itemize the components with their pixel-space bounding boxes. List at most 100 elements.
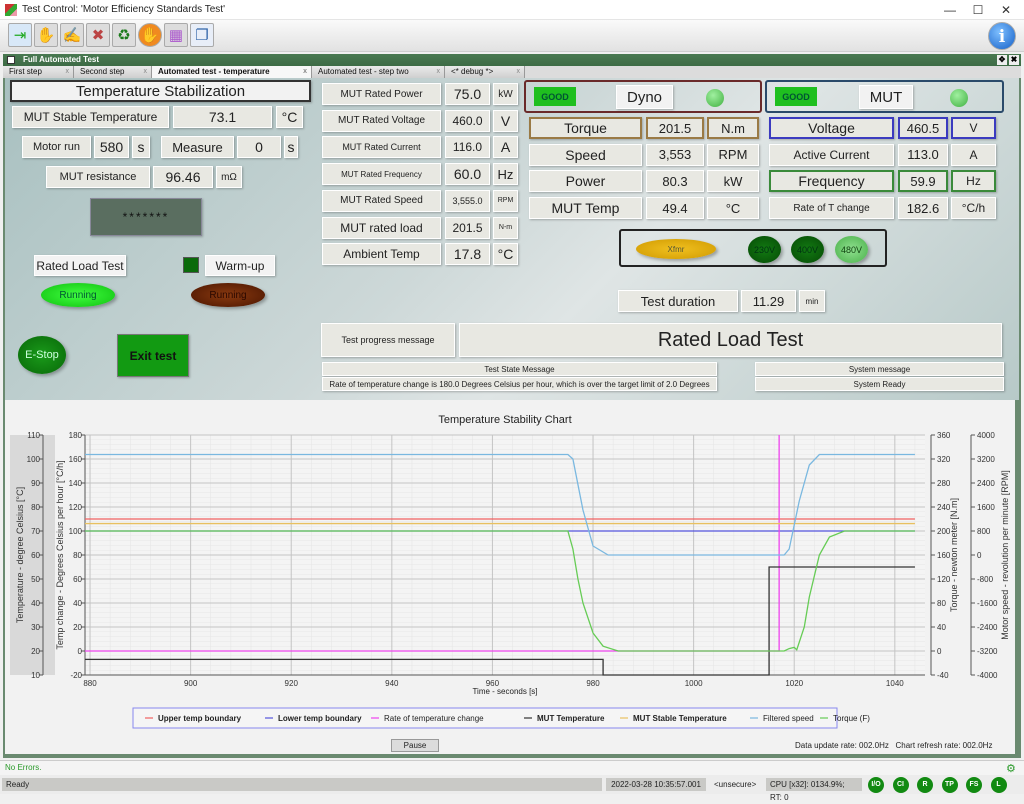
resistance-label: MUT resistance: [46, 166, 150, 188]
rated-label: MUT rated load: [322, 216, 441, 239]
y-tick-label: 110: [27, 431, 40, 440]
rated-value: 60.0: [445, 163, 490, 186]
dyno-led: [706, 89, 724, 107]
mut-active-current-label: Active Current: [769, 143, 894, 166]
measure-value: 0: [237, 136, 281, 158]
indicator-io[interactable]: I/O: [868, 777, 884, 793]
resistance-unit: mΩ: [216, 166, 242, 188]
y-tick-label: 80: [31, 503, 40, 512]
measure-label: Measure: [161, 136, 234, 158]
y-tick-label: 40: [73, 599, 82, 608]
v230-indicator[interactable]: 230V: [748, 236, 781, 263]
rated-load-test-label: Rated Load Test: [34, 255, 126, 276]
axis-label-temperature: Temperature - degree Celsius [°C]: [15, 487, 25, 623]
warmup-checkbox[interactable]: [183, 257, 199, 273]
rated-unit: V: [493, 109, 518, 132]
tab-automated-temperature[interactable]: Automated test - temperature x: [152, 66, 312, 78]
recycle-icon[interactable]: ♻: [112, 23, 136, 47]
pause-button[interactable]: Pause: [391, 739, 439, 752]
y-tick-label: 50: [31, 575, 40, 584]
rated-value: 3,555.0: [445, 189, 490, 212]
rated-label: MUT Rated Current: [322, 136, 441, 159]
indicator-l[interactable]: L: [990, 777, 1007, 793]
estop-button[interactable]: E-Stop: [18, 336, 66, 374]
test-progress-label: Test progress message: [321, 323, 455, 357]
x-tick-label: 900: [184, 679, 198, 688]
y-tick-label: 40: [31, 599, 40, 608]
restore-icon[interactable]: ✥: [997, 55, 1007, 65]
window-icon: [7, 56, 15, 64]
password-field[interactable]: *******: [90, 198, 202, 236]
y-tick-label: 60: [73, 575, 82, 584]
tab-first-step[interactable]: First step x: [3, 66, 74, 78]
legend-item: Rate of temperature change: [384, 714, 484, 723]
test-progress-message: Rated Load Test: [459, 323, 1002, 357]
y-tick-label: 0: [977, 551, 982, 560]
sign-icon[interactable]: ✍: [60, 23, 84, 47]
close-mdi-icon[interactable]: ✖: [1009, 55, 1019, 65]
security-status: <unsecure>: [714, 780, 757, 789]
dyno-torque-label: Torque: [529, 117, 642, 139]
y-tick-label: 3200: [977, 455, 995, 464]
motor-run-label: Motor run: [22, 136, 91, 158]
network-icon[interactable]: ▦: [164, 23, 188, 47]
tab-second-step[interactable]: Second step x: [74, 66, 152, 78]
indicator-tp[interactable]: TP: [941, 777, 958, 793]
info-icon[interactable]: i: [988, 22, 1016, 50]
stable-temp-value: 73.1: [173, 106, 272, 128]
v480-indicator[interactable]: 480V: [835, 236, 868, 263]
indicator-r[interactable]: R: [917, 777, 933, 793]
mut-panel: GOOD MUT: [765, 80, 1004, 113]
x-tick-label: 920: [285, 679, 299, 688]
y-tick-label: 100: [27, 455, 41, 464]
x-tick-label: 1000: [685, 679, 703, 688]
legend-item: Lower temp boundary: [278, 714, 362, 723]
mut-rate-of-t-change-label: Rate of T change: [769, 197, 894, 220]
xfmr-indicator: Xfmr: [636, 239, 716, 259]
mut-unit: V: [951, 117, 996, 139]
mdi-window-header: Full Automated Test ✥ ✖: [3, 54, 1021, 66]
indicator-fs[interactable]: FS: [966, 777, 982, 793]
stop-hand-icon[interactable]: ✋: [138, 23, 162, 47]
x-tick-label: 1020: [785, 679, 803, 688]
tab-label: Second step: [80, 67, 125, 76]
mut-value: 59.9: [898, 170, 948, 193]
tab-automated-step-two[interactable]: Automated test - step two x: [312, 66, 445, 78]
y-tick-label: -3200: [977, 647, 998, 656]
stable-temp-unit: °C: [276, 106, 303, 128]
rated-unit: N-m: [493, 216, 518, 239]
tab-debug[interactable]: <* debug *> x: [445, 66, 525, 78]
dyno-power-label: Power: [529, 170, 642, 193]
minimize-button[interactable]: —: [936, 2, 964, 18]
timestamp: 2022-03-28 10:35:57.001: [606, 778, 706, 791]
rated-label: MUT Rated Power: [322, 83, 441, 105]
axis-label-torque: Torque - newton meter [N.m]: [949, 498, 959, 612]
dyno-value: 201.5: [646, 117, 704, 139]
main-panel: Temperature Stabilization MUT Stable Tem…: [3, 78, 1021, 400]
y-tick-label: -1600: [977, 599, 998, 608]
v400-indicator[interactable]: 400V: [791, 236, 824, 263]
cpu-status: CPU [x32]: 0134.9%; RT: 0: [766, 778, 862, 802]
windows-icon[interactable]: ❐: [190, 23, 214, 47]
mut-value: 182.6: [898, 197, 948, 220]
close-button[interactable]: ✕: [992, 2, 1020, 18]
rated-value: 460.0: [445, 109, 490, 132]
legend-item: MUT Temperature: [537, 714, 605, 723]
exit-test-button[interactable]: Exit test: [117, 334, 189, 377]
exit-icon[interactable]: ⇥: [8, 23, 32, 47]
system-message-label: System message: [755, 362, 1004, 376]
hand-icon[interactable]: ✋: [34, 23, 58, 47]
x-axis-label: Time - seconds [s]: [472, 687, 537, 696]
indicator-ci[interactable]: CI: [892, 777, 909, 793]
y-tick-label: 80: [73, 551, 82, 560]
mut-frequency-label: Frequency: [769, 170, 894, 193]
maximize-button[interactable]: ☐: [964, 2, 992, 18]
y-tick-label: -4000: [977, 671, 998, 680]
y-tick-label: -40: [937, 671, 949, 680]
delete-doc-icon[interactable]: ✖: [86, 23, 110, 47]
mut-value: 460.5: [898, 117, 948, 139]
error-status-bar: No Errors. ⚙: [0, 760, 1024, 775]
y-tick-label: 800: [977, 527, 991, 536]
test-duration-label: Test duration: [618, 290, 738, 312]
motor-run-unit: s: [132, 136, 150, 158]
